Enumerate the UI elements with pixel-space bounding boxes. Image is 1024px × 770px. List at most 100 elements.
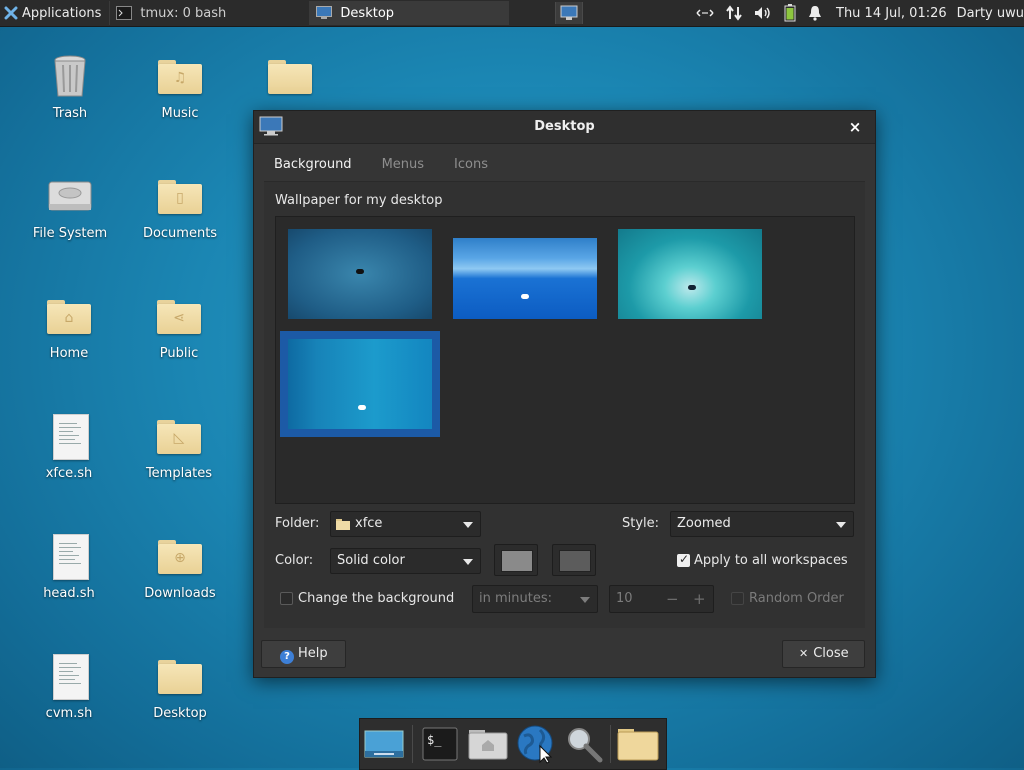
applications-label: Applications (22, 5, 102, 21)
public-folder-icon: ⋖ (155, 292, 203, 340)
top-panel: Applications tmux: 0 bash Desktop Thu 14… (0, 0, 1024, 27)
interval-spinner[interactable]: 10 − + (609, 585, 714, 613)
random-order-label[interactable]: Random Order (749, 591, 844, 606)
wallpaper-thumbnail[interactable] (453, 238, 597, 319)
secondary-color-swatch (559, 550, 591, 572)
desktop-icon-music[interactable]: ♫ Music (130, 52, 230, 121)
tab-menus[interactable]: Menus (382, 157, 424, 172)
tab-icons[interactable]: Icons (454, 157, 488, 172)
desktop-icon-label: Desktop (153, 706, 207, 721)
volume-icon[interactable] (754, 6, 772, 20)
downloads-folder-icon: ⊕ (156, 532, 204, 580)
desktop-settings-icon (316, 6, 333, 19)
color-label: Color: (275, 553, 314, 568)
folder-icon (336, 519, 350, 530)
desktop-settings-icon (560, 5, 578, 20)
folder-select[interactable]: xfce (330, 511, 481, 537)
color-mode-select[interactable]: Solid color (330, 548, 481, 574)
close-button-label: Close (813, 646, 849, 661)
home-folder-icon[interactable] (466, 723, 510, 765)
color-mode-value: Solid color (337, 553, 405, 568)
script-file-icon (45, 412, 93, 460)
close-button[interactable]: ✕ Close (782, 640, 865, 668)
wallpaper-thumbnail-selected[interactable] (280, 331, 440, 437)
fish-logo-icon (521, 294, 529, 299)
close-icon: ✕ (799, 647, 809, 660)
battery-icon[interactable] (784, 4, 796, 22)
taskbar-item-desktop[interactable]: Desktop (309, 1, 510, 25)
style-label: Style: (622, 516, 660, 531)
interval-unit-select[interactable]: in minutes: (472, 585, 598, 613)
panel-clock[interactable]: Thu 14 Jul, 01:26 (836, 6, 947, 21)
desktop-icon-home[interactable]: ⌂ Home (19, 292, 119, 361)
wallpaper-grid (275, 216, 855, 504)
wallpaper-section-label: Wallpaper for my desktop (275, 193, 443, 208)
xfce-logo-icon (4, 6, 18, 20)
secondary-color-button[interactable] (552, 544, 596, 576)
desktop-icon-label: File System (32, 226, 108, 241)
taskbar-item-tmux[interactable]: tmux: 0 bash (109, 1, 309, 25)
desktop-icon-public[interactable]: ⋖ Public (129, 292, 229, 361)
apply-all-workspaces-label[interactable]: Apply to all workspaces (694, 553, 848, 568)
desktop-icon-desktop[interactable]: Desktop (130, 652, 230, 721)
bottom-dock: $_ (359, 718, 667, 770)
script-file-icon (45, 652, 93, 700)
desktop-icon-documents[interactable]: ▯ Documents (130, 172, 230, 241)
desktop-icon-cvm-sh[interactable]: cvm.sh (19, 652, 119, 721)
change-background-checkbox[interactable] (280, 592, 293, 605)
desktop-icon-label: Music (161, 106, 199, 121)
dialog-title: Desktop (534, 119, 595, 134)
show-desktop-icon[interactable] (362, 723, 406, 765)
terminal-icon[interactable]: $_ (418, 723, 462, 765)
desktop-icon-unnamed-folder[interactable] (240, 52, 340, 100)
desktop-icon-label: Downloads (144, 586, 216, 601)
notification-bell-icon[interactable] (808, 5, 822, 21)
documents-folder-icon: ▯ (156, 172, 204, 220)
network-icon[interactable] (696, 7, 714, 19)
help-button-label: Help (298, 646, 328, 661)
style-select[interactable]: Zoomed (670, 511, 854, 537)
script-file-icon (45, 532, 93, 580)
wallpaper-thumbnail[interactable] (288, 229, 432, 319)
taskbar-item-label: tmux: 0 bash (140, 5, 227, 21)
random-order-checkbox[interactable] (731, 592, 744, 605)
folder-icon (266, 52, 314, 100)
transfer-icon[interactable] (726, 5, 742, 21)
desktop-icon-file-system[interactable]: File System (20, 172, 120, 241)
increment-icon[interactable]: + (693, 586, 706, 612)
primary-color-button[interactable] (494, 544, 538, 576)
chevron-down-icon (836, 522, 846, 528)
desktop-icon-templates[interactable]: ◺ Templates (129, 412, 229, 481)
search-icon[interactable] (562, 723, 606, 765)
desktop-icon-trash[interactable]: Trash (20, 52, 120, 121)
desktop-icon-xfce-sh[interactable]: xfce.sh (19, 412, 119, 481)
templates-folder-icon: ◺ (155, 412, 203, 460)
applications-menu-button[interactable]: Applications (0, 0, 105, 26)
fish-logo-icon (358, 405, 366, 410)
folder-select-value: xfce (355, 516, 383, 531)
help-button[interactable]: ? Help (261, 640, 346, 668)
tab-background[interactable]: Background (274, 157, 352, 172)
system-tray: Thu 14 Jul, 01:26 Darty uwu (690, 0, 1024, 26)
change-background-label[interactable]: Change the background (298, 591, 454, 606)
file-manager-icon[interactable] (616, 723, 660, 765)
show-desktop-button[interactable] (555, 2, 583, 24)
wallpaper-thumbnail[interactable] (618, 229, 762, 319)
trash-icon (46, 52, 94, 100)
decrement-icon[interactable]: − (666, 586, 679, 612)
user-menu[interactable]: Darty uwu (957, 6, 1024, 21)
desktop-icon-downloads[interactable]: ⊕ Downloads (130, 532, 230, 601)
taskbar-item-label: Desktop (340, 5, 395, 21)
terminal-icon (116, 6, 133, 20)
dialog-close-icon[interactable]: × (847, 119, 863, 135)
web-browser-icon[interactable] (514, 723, 558, 765)
home-folder-icon: ⌂ (45, 292, 93, 340)
desktop-icon-label: head.sh (43, 586, 95, 601)
style-select-value: Zoomed (677, 516, 731, 531)
chevron-down-icon (580, 597, 590, 603)
desktop-icon-head-sh[interactable]: head.sh (19, 532, 119, 601)
dialog-titlebar[interactable]: Desktop × (254, 111, 875, 144)
terminal-prompt-glyph: $_ (427, 733, 442, 747)
help-icon: ? (280, 650, 294, 664)
apply-all-workspaces-checkbox[interactable] (677, 552, 690, 567)
